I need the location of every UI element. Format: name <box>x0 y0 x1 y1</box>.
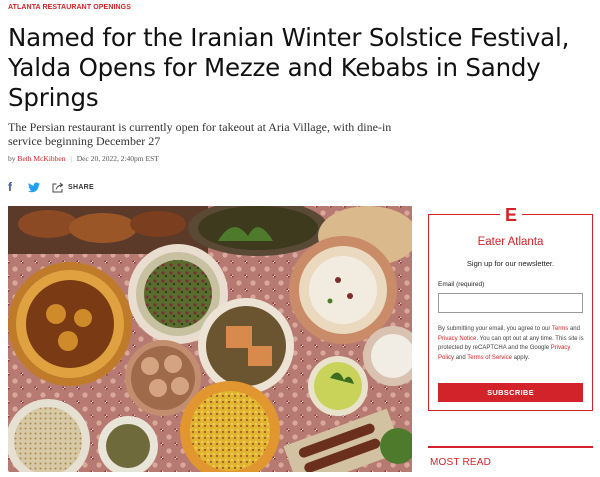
byline: by Beth McKibben | Dec 20, 2022, 2:40pm … <box>8 154 159 163</box>
email-label: Email (required) <box>438 281 484 288</box>
facebook-icon[interactable]: f <box>8 181 16 193</box>
newsletter-brand: Eater Atlanta <box>477 236 544 248</box>
legal-and-2: and <box>455 354 466 361</box>
newsletter-legal: By submitting your email, you agree to o… <box>438 325 585 363</box>
privacy-notice-link[interactable]: Privacy Notice <box>438 336 476 342</box>
most-read-heading: MOST READ <box>430 457 492 468</box>
terms-link[interactable]: Terms <box>552 326 568 332</box>
share-icon <box>52 182 64 192</box>
publish-date: Dec 20, 2022, 2:40pm EST <box>76 154 159 163</box>
newsletter-signup: E Eater Atlanta Sign up for our newslett… <box>428 205 593 411</box>
hero-food-photo <box>8 206 412 472</box>
section-kicker[interactable]: ATLANTA RESTAURANT OPENINGS <box>8 4 131 11</box>
share-button[interactable]: SHARE <box>52 182 94 193</box>
email-field[interactable] <box>438 293 583 313</box>
email-required-text: (required) <box>456 281 485 288</box>
terms-of-service-link[interactable]: Terms of Service <box>467 355 512 361</box>
email-label-text: Email <box>438 281 455 288</box>
article-headline: Named for the Iranian Winter Solstice Fe… <box>8 23 570 112</box>
twitter-icon[interactable] <box>28 182 40 193</box>
subscribe-button[interactable]: SUBSCRIBE <box>438 383 583 402</box>
byline-separator: | <box>70 154 72 163</box>
eater-logo: E <box>500 205 522 225</box>
food-spread-image <box>8 206 412 472</box>
most-read-divider <box>428 446 593 448</box>
article-dek: The Persian restaurant is currently open… <box>8 120 392 148</box>
author-link[interactable]: Beth McKibben <box>17 154 65 163</box>
newsletter-intro: Sign up for our newsletter. <box>466 259 555 268</box>
share-label: SHARE <box>68 183 95 191</box>
legal-text-1: By submitting your email, you agree to o… <box>438 326 551 332</box>
legal-and-1: and <box>569 326 580 332</box>
legal-text-3: apply. <box>513 354 530 361</box>
share-bar: f SHARE <box>8 180 94 194</box>
byline-prefix: by <box>8 154 16 163</box>
